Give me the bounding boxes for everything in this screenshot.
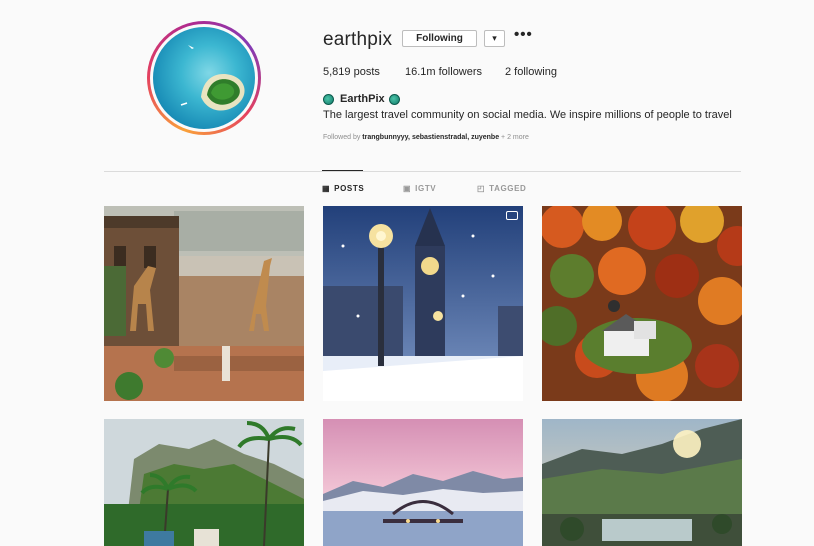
tab-tagged-label: TAGGED	[489, 184, 527, 193]
post-big-ben-image	[323, 206, 523, 401]
active-tab-indicator	[322, 170, 363, 171]
following-count[interactable]: 2 following	[505, 66, 557, 78]
island-illustration	[180, 45, 245, 111]
following-button[interactable]: Following	[402, 30, 477, 47]
post-tropical-cliffs-image	[104, 419, 304, 546]
bio-text: The largest travel community on social m…	[323, 109, 732, 121]
posts-count: 5,819 posts	[323, 66, 380, 78]
globe-icon	[323, 93, 334, 105]
post-tile[interactable]	[323, 419, 523, 546]
post-tile[interactable]	[542, 206, 742, 401]
post-autumn-forest-image	[542, 206, 742, 401]
post-tile[interactable]	[104, 419, 304, 546]
followed-by-prefix: Followed by	[323, 134, 363, 141]
igtv-icon: ▣	[403, 184, 412, 193]
followed-by-names[interactable]: trangbunnyyy, sebastienstradal, zuyenbe	[362, 134, 499, 141]
post-tile[interactable]	[542, 419, 742, 546]
followers-count[interactable]: 16.1m followers	[405, 66, 482, 78]
username: earthpix	[323, 29, 393, 50]
tab-posts-label: POSTS	[334, 184, 365, 193]
tag-icon: ◰	[477, 184, 486, 193]
grid-icon: ▦	[322, 184, 331, 193]
post-mountain-valley-image	[542, 419, 742, 546]
more-options-icon[interactable]: •••	[514, 27, 533, 42]
avatar[interactable]	[153, 27, 255, 129]
followed-by[interactable]: Followed by trangbunnyyy, sebastienstrad…	[323, 134, 529, 141]
post-pink-lagoon-image	[323, 419, 523, 546]
post-tile[interactable]	[104, 206, 304, 401]
tab-igtv-label: IGTV	[415, 184, 437, 193]
full-name-row: EarthPix	[323, 92, 400, 106]
chevron-down-icon[interactable]: ▾	[484, 30, 505, 47]
tab-tagged[interactable]: ◰ TAGGED	[477, 184, 526, 193]
tab-igtv[interactable]: ▣ IGTV	[403, 184, 436, 193]
followed-by-more[interactable]: + 2 more	[499, 134, 529, 141]
globe-icon	[388, 93, 400, 105]
full-name: EarthPix	[340, 93, 385, 105]
profile-avatar-ring[interactable]	[147, 21, 261, 135]
post-giraffes-image	[104, 206, 304, 401]
video-icon	[506, 211, 518, 220]
post-tile[interactable]	[323, 206, 523, 401]
tab-posts[interactable]: ▦ POSTS	[322, 184, 364, 193]
tabs-divider	[104, 171, 741, 172]
